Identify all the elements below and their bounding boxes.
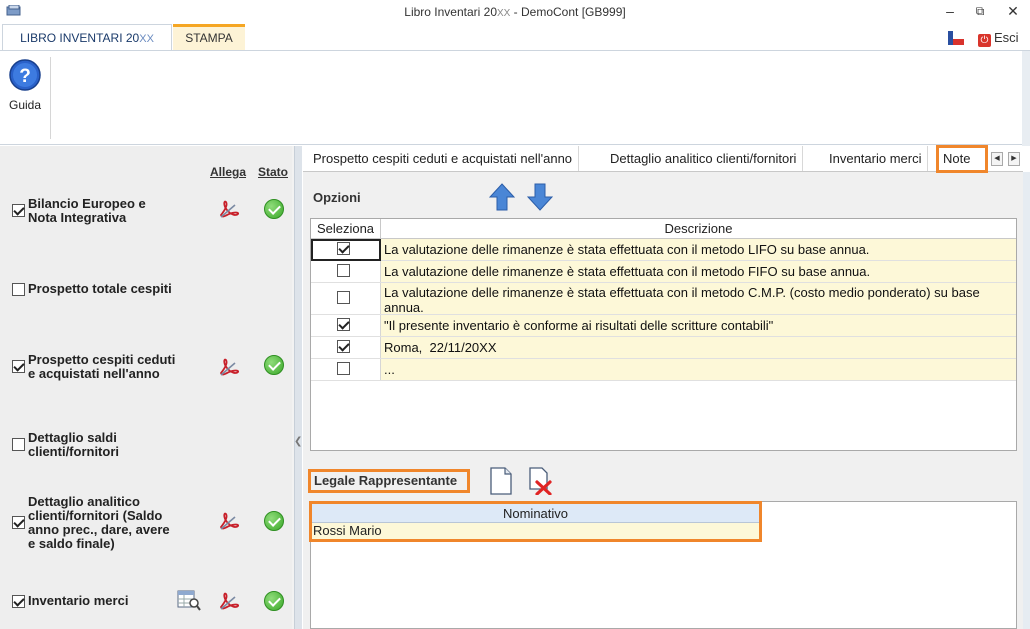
descrizione-cell: ... [381, 359, 1016, 380]
tab-inventario-merci[interactable]: Inventario merci [823, 146, 929, 172]
dettaglio-analitico-label: Dettaglio analitico clienti/fornitori (Sa… [28, 494, 170, 551]
seleziona-cell [311, 337, 381, 358]
status-ok-icon [264, 199, 284, 219]
esci-button[interactable]: ⏻ Esci [978, 30, 1019, 47]
restore-button[interactable]: ⧉ [970, 2, 990, 20]
status-ok-icon [264, 591, 284, 611]
list-item-bilancio: Bilancio Europeo e Nota Integrativa [0, 196, 292, 228]
seleziona-column-header[interactable]: Seleziona [311, 219, 381, 239]
descrizione-cell: La valutazione delle rimanenze è stata e… [381, 283, 1016, 315]
row-checkbox[interactable] [337, 340, 350, 353]
tab-stampa[interactable]: STAMPA [173, 24, 245, 50]
window-title: Libro Inventari 20XX - DemoCont [GB999] [404, 5, 626, 19]
table-row[interactable]: La valutazione delle rimanenze è stata e… [311, 261, 1016, 283]
tab-scroll-left-icon[interactable]: ◀ [991, 152, 1003, 166]
legale-rappresentante-title: Legale Rappresentante [308, 469, 470, 493]
tab-prospetto-cespiti[interactable]: Prospetto cespiti ceduti e acquistati ne… [307, 146, 580, 172]
seleziona-cell [311, 261, 381, 282]
inventario-merci-label: Inventario merci [28, 593, 129, 608]
dettaglio-saldi-checkbox[interactable] [12, 438, 25, 451]
document-list: Allega Stato Bilancio Europeo e Nota Inte… [0, 146, 292, 629]
prospetto-totale-label: Prospetto totale cespiti [28, 281, 172, 296]
row-checkbox[interactable] [337, 318, 350, 331]
focus-indicator [311, 239, 381, 261]
close-button[interactable]: ✕ [1003, 2, 1023, 20]
prospetto-ceduti-label: Prospetto cespiti ceduti e acquistati nel… [28, 352, 176, 381]
descrizione-cell: "Il presente inventario è conforme ai ri… [381, 315, 1016, 336]
descrizione-cell: Roma, 22/11/20XX [381, 337, 1016, 358]
table-search-icon[interactable] [177, 589, 201, 611]
content-scrollbar[interactable] [1023, 172, 1030, 629]
options-grid-header: Seleziona Descrizione [311, 219, 1016, 239]
row-checkbox[interactable] [337, 264, 350, 277]
move-down-icon[interactable] [527, 183, 553, 211]
power-icon: ⏻ [978, 34, 991, 47]
nominativo-highlight [309, 501, 762, 542]
svg-text:?: ? [19, 66, 31, 87]
table-row[interactable]: "Il presente inventario è conforme ai ri… [311, 315, 1016, 337]
seleziona-cell [311, 315, 381, 336]
tab-libro-inventari[interactable]: LIBRO INVENTARI 20XX [2, 24, 172, 50]
list-item-prospetto-totale: Prospetto totale cespiti [0, 281, 292, 299]
list-item-inventario-merci: Inventario merci [0, 586, 292, 616]
table-row[interactable]: La valutazione delle rimanenze è stata e… [311, 239, 1016, 261]
tab-scroll-right-icon[interactable]: ▶ [1008, 152, 1020, 166]
content-tabs: Prospetto cespiti ceduti e acquistati ne… [303, 146, 1030, 172]
pdf-attach-icon[interactable] [218, 199, 240, 221]
document-list-panel: Allega Stato Bilancio Europeo e Nota Inte… [0, 146, 295, 629]
language-flag-icon[interactable] [948, 31, 964, 45]
tab-dettaglio-analitico[interactable]: Dettaglio analitico clienti/fornitori [604, 146, 804, 172]
status-ok-icon [264, 355, 284, 375]
bilancio-label: Bilancio Europeo e Nota Integrativa [28, 196, 146, 225]
opzioni-title: Opzioni [313, 190, 361, 205]
seleziona-cell [311, 283, 381, 314]
pdf-attach-icon[interactable] [218, 511, 240, 533]
row-checkbox[interactable] [337, 291, 350, 304]
ribbon-body: ? Guida [0, 50, 1030, 146]
descrizione-column-header[interactable]: Descrizione [381, 219, 1016, 239]
dettaglio-saldi-label: Dettaglio saldi clienti/fornitori [28, 430, 119, 459]
table-row[interactable]: Roma, 22/11/20XX [311, 337, 1016, 359]
collapse-arrow-icon[interactable]: ❮ [294, 434, 302, 450]
table-row[interactable]: ... [311, 359, 1016, 381]
help-icon: ? [9, 59, 41, 91]
delete-document-icon[interactable] [528, 467, 552, 495]
panel-splitter[interactable] [294, 146, 302, 629]
new-document-icon[interactable] [489, 467, 513, 495]
tabs-divider [303, 171, 1023, 172]
move-up-icon[interactable] [489, 183, 515, 211]
row-checkbox[interactable] [337, 362, 350, 375]
ribbon-scrollbar [1022, 51, 1030, 146]
allega-header: Allega [210, 165, 247, 179]
ribbon-tabs: LIBRO INVENTARI 20XX STAMPA [0, 24, 1030, 50]
bilancio-checkbox[interactable] [12, 204, 25, 217]
guida-button[interactable]: ? Guida [4, 59, 46, 112]
prospetto-ceduti-checkbox[interactable] [12, 360, 25, 373]
guida-label: Guida [8, 98, 42, 112]
inventario-merci-checkbox[interactable] [12, 595, 25, 608]
table-row[interactable]: La valutazione delle rimanenze è stata e… [311, 283, 1016, 315]
minimize-button[interactable]: – [940, 2, 960, 20]
stato-header: Stato [258, 165, 288, 179]
status-ok-icon [264, 511, 284, 531]
descrizione-cell: La valutazione delle rimanenze è stata e… [381, 261, 1016, 282]
seleziona-cell [311, 359, 381, 380]
list-item-dettaglio-analitico: Dettaglio analitico clienti/fornitori (Sa… [0, 494, 292, 554]
options-grid: Seleziona Descrizione La valutazione del… [310, 218, 1017, 451]
list-item-prospetto-ceduti: Prospetto cespiti ceduti e acquistati nel… [0, 352, 292, 384]
pdf-attach-icon[interactable] [218, 357, 240, 379]
title-bar: Libro Inventari 20XX - DemoCont [GB999] … [0, 0, 1030, 24]
descrizione-cell: La valutazione delle rimanenze è stata e… [381, 239, 1016, 260]
list-item-dettaglio-saldi: Dettaglio saldi clienti/fornitori [0, 430, 292, 462]
dettaglio-analitico-checkbox[interactable] [12, 516, 25, 529]
pdf-attach-icon[interactable] [218, 591, 240, 613]
ribbon-separator [50, 57, 51, 139]
tab-note[interactable]: Note [936, 145, 988, 173]
prospetto-totale-checkbox[interactable] [12, 283, 25, 296]
